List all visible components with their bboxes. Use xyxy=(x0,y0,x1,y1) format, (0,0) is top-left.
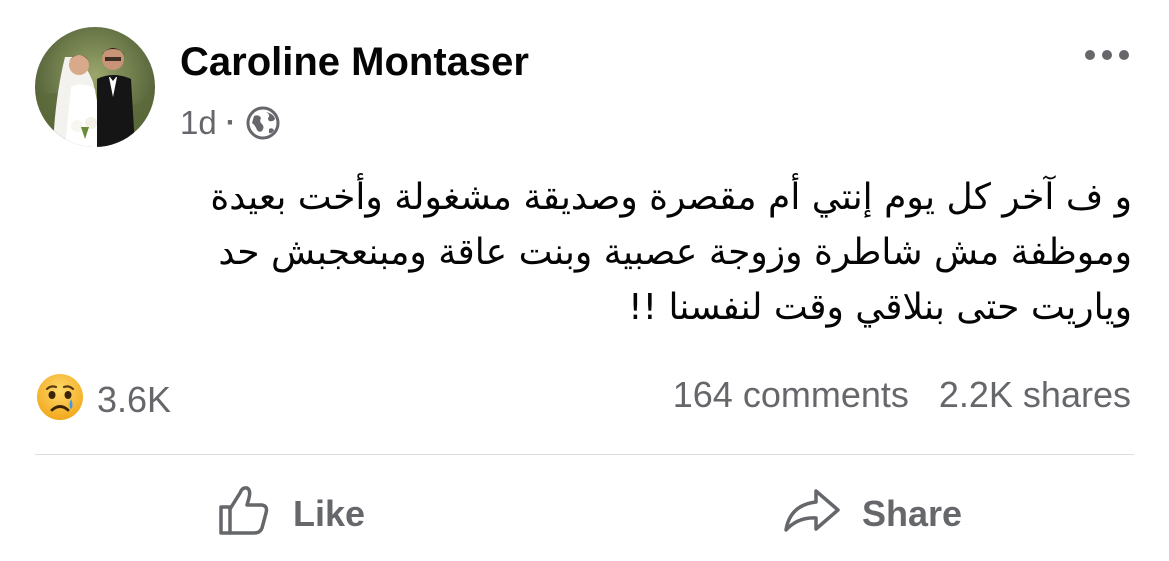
share-label: Share xyxy=(862,493,963,534)
like-label: Like xyxy=(293,493,366,534)
post-timestamp[interactable]: 1d xyxy=(180,104,217,142)
post-text-line: وموظفة مش شاطرة وزوجة عصبية وبنت عاقة وم… xyxy=(218,232,1132,273)
globe-icon[interactable] xyxy=(245,105,281,141)
comments-count[interactable]: 164 comments xyxy=(673,374,909,416)
thumbs-up-icon xyxy=(215,481,273,548)
post-text: و ف آخر كل يوم إنتي أم مقصرة وصديقة مشغو… xyxy=(72,170,1132,335)
more-dot xyxy=(1102,50,1112,60)
author-avatar[interactable] xyxy=(35,27,155,147)
more-options-icon[interactable] xyxy=(1085,50,1129,60)
divider xyxy=(35,454,1134,455)
shares-count[interactable]: 2.2K shares xyxy=(939,374,1131,416)
like-button[interactable]: Like xyxy=(215,484,365,544)
post-text-line: وياريت حتى بنلاقي وقت لنفسنا !! xyxy=(628,287,1132,328)
reaction-count: 3.6K xyxy=(97,378,172,420)
reactions-summary[interactable]: 3.6K xyxy=(35,372,171,427)
post-stats: 164 comments 2.2K shares xyxy=(673,374,1131,416)
more-dot xyxy=(1119,50,1129,60)
share-button[interactable]: Share xyxy=(782,484,962,544)
post-meta: 1d · xyxy=(180,104,281,142)
share-arrow-icon xyxy=(782,485,842,544)
crying-face-icon xyxy=(35,372,85,427)
author-name[interactable]: Caroline Montaser xyxy=(180,40,529,85)
more-dot xyxy=(1085,50,1095,60)
post-text-line: و ف آخر كل يوم إنتي أم مقصرة وصديقة مشغو… xyxy=(210,177,1132,218)
meta-separator: · xyxy=(225,106,236,139)
